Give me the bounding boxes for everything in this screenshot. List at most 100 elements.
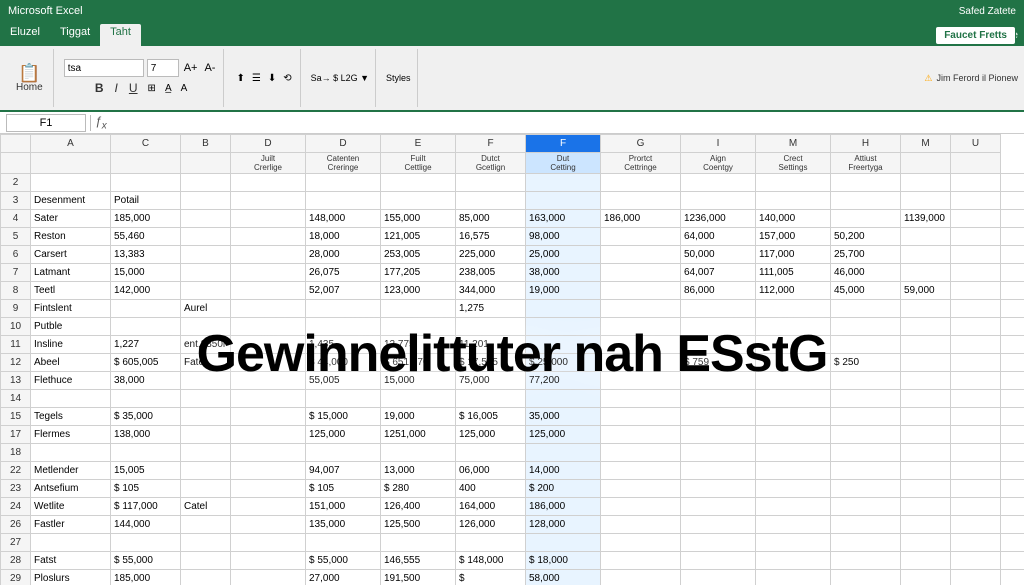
cell[interactable]: 135,000: [306, 516, 381, 534]
cell[interactable]: [601, 192, 681, 210]
cell[interactable]: [181, 192, 231, 210]
cell[interactable]: [181, 174, 231, 192]
cell[interactable]: [601, 498, 681, 516]
cell[interactable]: $ 651,170: [381, 354, 456, 372]
cell[interactable]: [1001, 210, 1024, 228]
cell[interactable]: [231, 372, 306, 390]
cell[interactable]: $ 25,000: [526, 354, 601, 372]
cell[interactable]: [231, 570, 306, 585]
col-header-f2[interactable]: F: [526, 135, 601, 153]
font-size-input[interactable]: [147, 59, 179, 77]
cell[interactable]: 59,000: [901, 282, 951, 300]
cell[interactable]: [681, 300, 756, 318]
cell[interactable]: 64,007: [681, 264, 756, 282]
cell[interactable]: $ 148,000: [456, 552, 526, 570]
cell[interactable]: [1001, 246, 1024, 264]
cell[interactable]: Tegels: [31, 408, 111, 426]
cell[interactable]: 28,000: [306, 246, 381, 264]
cell[interactable]: [1001, 552, 1024, 570]
cell[interactable]: $ 15,000: [306, 408, 381, 426]
cell[interactable]: [901, 372, 951, 390]
tab-tiggat[interactable]: Tiggat: [50, 24, 100, 46]
cell[interactable]: [831, 390, 901, 408]
cell[interactable]: $ 35,000: [111, 408, 181, 426]
cell[interactable]: 13,383: [111, 246, 181, 264]
cell[interactable]: [831, 480, 901, 498]
cell[interactable]: Ploslurs: [31, 570, 111, 585]
cell[interactable]: [901, 498, 951, 516]
cell[interactable]: 94,007: [306, 462, 381, 480]
col-header-a[interactable]: A: [31, 135, 111, 153]
cell[interactable]: [681, 444, 756, 462]
cell[interactable]: [231, 408, 306, 426]
cell[interactable]: $ 55,000: [306, 552, 381, 570]
col-header-m2[interactable]: M: [901, 135, 951, 153]
cell[interactable]: [951, 552, 1001, 570]
cell[interactable]: $ 605,005: [111, 354, 181, 372]
cell[interactable]: [1001, 318, 1024, 336]
cell[interactable]: [756, 354, 831, 372]
table-wrapper[interactable]: A C B D D E F F G I M H M U: [0, 134, 1024, 585]
cell[interactable]: $ 18,000: [526, 552, 601, 570]
cell[interactable]: $ 200: [526, 480, 601, 498]
cell[interactable]: Metlender: [31, 462, 111, 480]
cell[interactable]: 38,000: [526, 264, 601, 282]
cell[interactable]: [1001, 174, 1024, 192]
cell[interactable]: [231, 336, 306, 354]
tab-taht[interactable]: Taht: [100, 24, 141, 46]
cell[interactable]: [231, 480, 306, 498]
italic-btn[interactable]: I: [111, 79, 122, 97]
cell[interactable]: [901, 462, 951, 480]
cell[interactable]: [951, 426, 1001, 444]
cell[interactable]: 98,000: [526, 228, 601, 246]
cell[interactable]: [231, 462, 306, 480]
cell[interactable]: [951, 318, 1001, 336]
cell[interactable]: [901, 354, 951, 372]
cell[interactable]: 126,400: [381, 498, 456, 516]
cell[interactable]: [756, 408, 831, 426]
cell[interactable]: [831, 408, 901, 426]
cell[interactable]: 27,000: [306, 570, 381, 585]
cell[interactable]: [901, 174, 951, 192]
cell[interactable]: [901, 246, 951, 264]
cell[interactable]: [831, 174, 901, 192]
align-bot-btn[interactable]: ⬇: [266, 73, 278, 84]
cell[interactable]: 125,000: [456, 426, 526, 444]
cell[interactable]: [681, 426, 756, 444]
cell[interactable]: 55,005: [306, 372, 381, 390]
cell[interactable]: Putble: [31, 318, 111, 336]
cell[interactable]: [526, 174, 601, 192]
cell[interactable]: [1001, 372, 1024, 390]
cell[interactable]: [601, 534, 681, 552]
cell[interactable]: [31, 390, 111, 408]
cell[interactable]: 77,200: [526, 372, 601, 390]
cell[interactable]: [901, 228, 951, 246]
cell[interactable]: 52,007: [306, 282, 381, 300]
cell[interactable]: [756, 552, 831, 570]
cell[interactable]: [601, 426, 681, 444]
cell[interactable]: [1001, 426, 1024, 444]
cell[interactable]: [306, 390, 381, 408]
align-mid-btn[interactable]: ☰: [250, 73, 263, 84]
cell[interactable]: [381, 390, 456, 408]
font-color-btn[interactable]: A: [178, 83, 191, 94]
cell[interactable]: [756, 372, 831, 390]
cell[interactable]: [681, 498, 756, 516]
cell[interactable]: 140,000: [756, 210, 831, 228]
cell[interactable]: [901, 444, 951, 462]
cell[interactable]: [181, 210, 231, 228]
cell[interactable]: Wetlite: [31, 498, 111, 516]
cell[interactable]: [681, 534, 756, 552]
cell[interactable]: 121,005: [381, 228, 456, 246]
cell[interactable]: 117,000: [756, 246, 831, 264]
cell[interactable]: [681, 174, 756, 192]
cell[interactable]: [111, 390, 181, 408]
cell[interactable]: [601, 282, 681, 300]
cell[interactable]: $ 250: [831, 354, 901, 372]
cell[interactable]: [381, 318, 456, 336]
cell[interactable]: [951, 408, 1001, 426]
cell[interactable]: 26,075: [306, 264, 381, 282]
cell[interactable]: [526, 444, 601, 462]
cell[interactable]: [681, 570, 756, 585]
cell[interactable]: [681, 462, 756, 480]
